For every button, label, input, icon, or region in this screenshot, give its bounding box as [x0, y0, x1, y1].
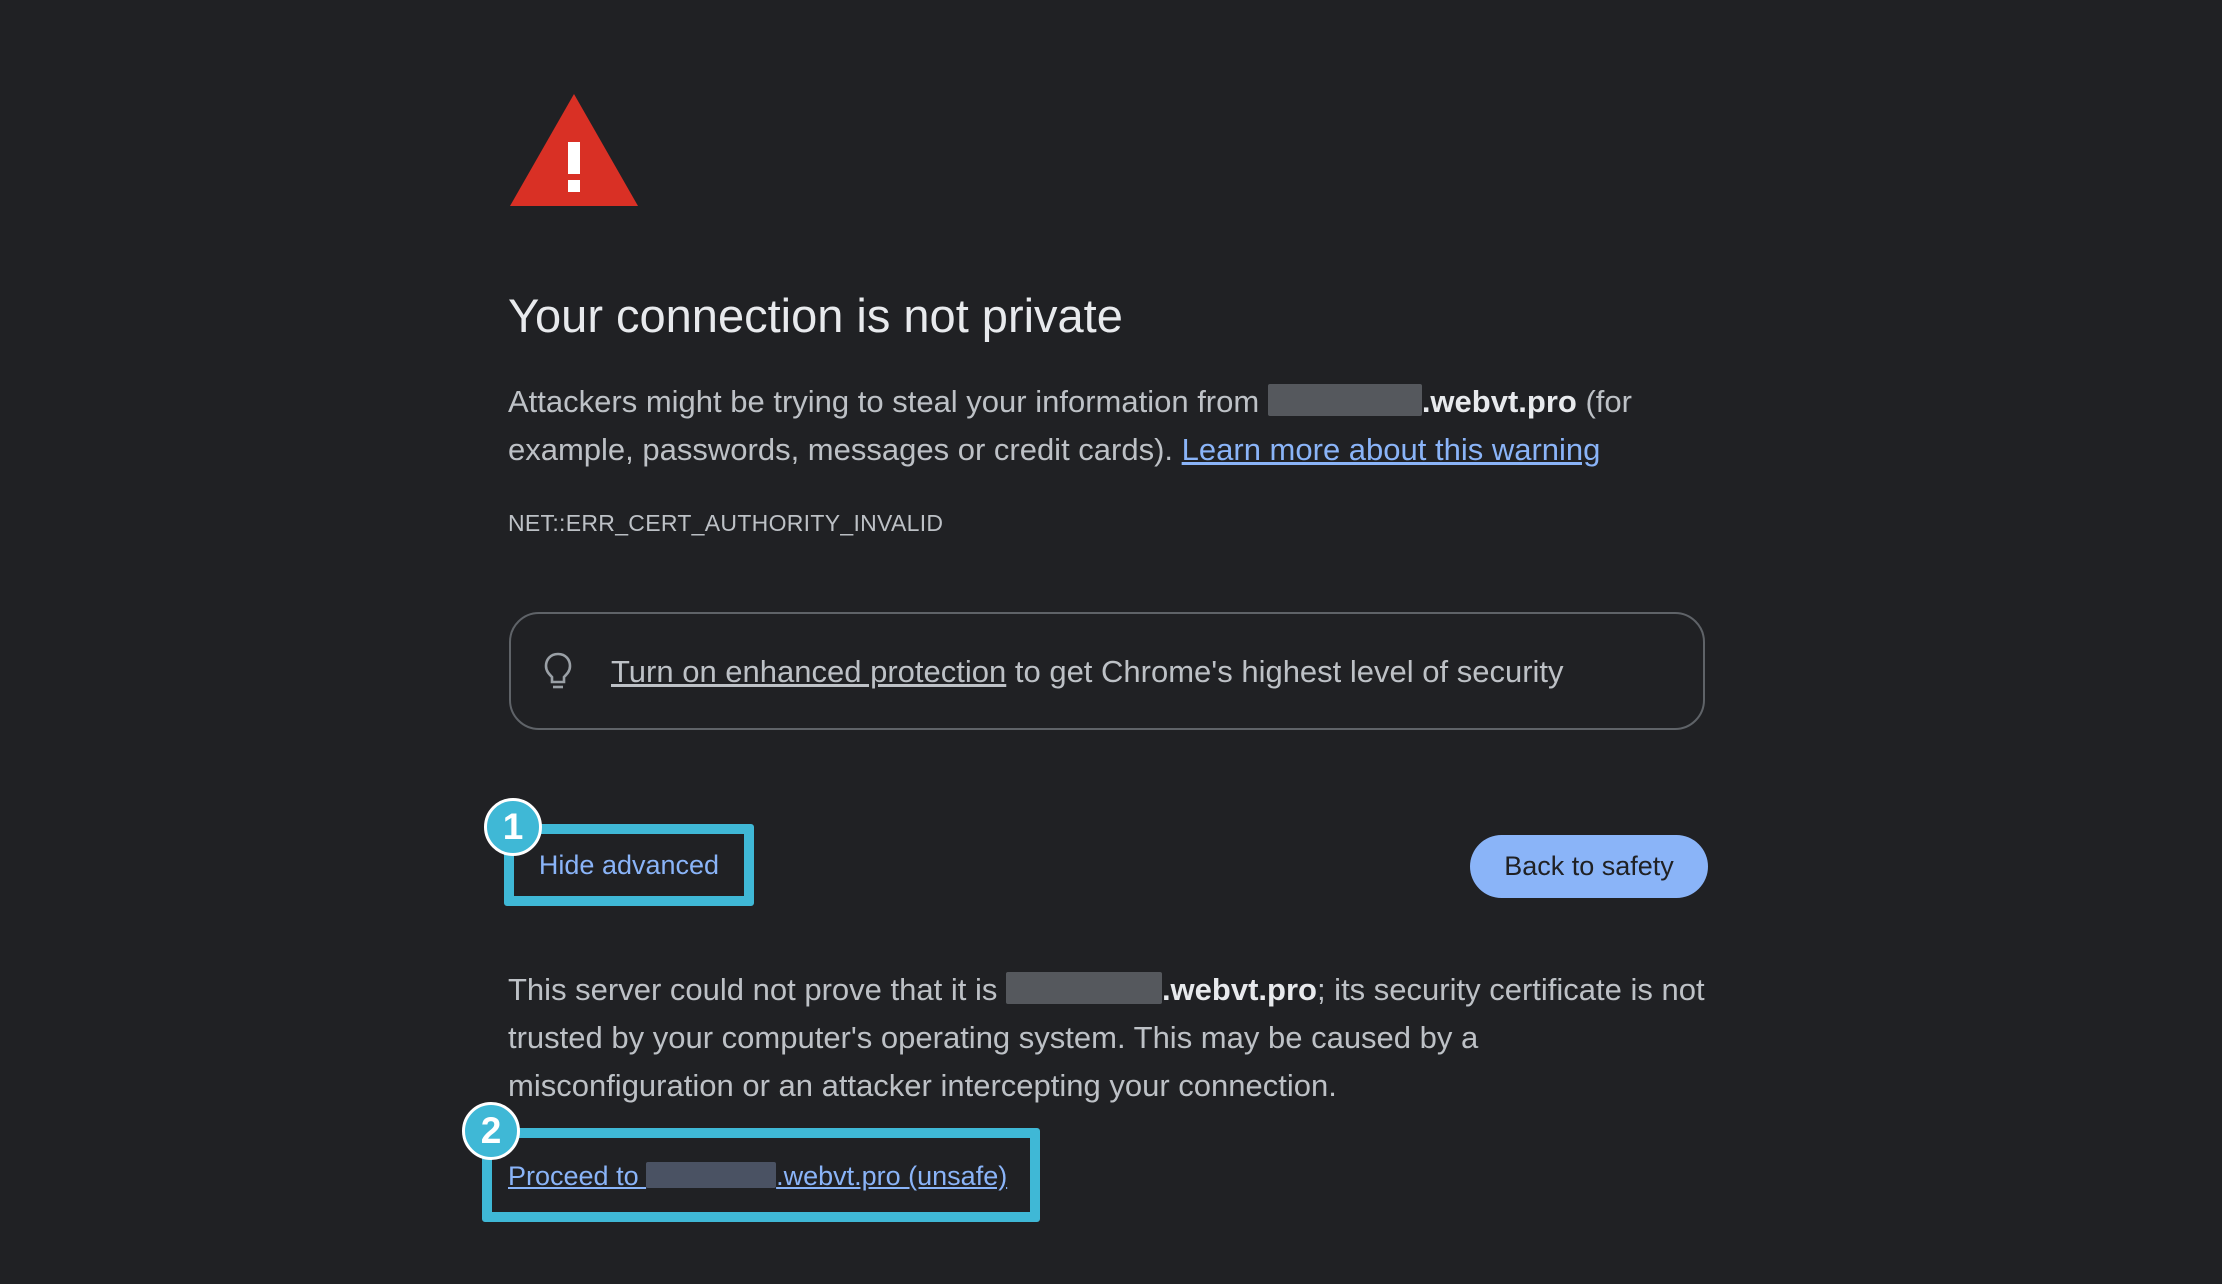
- interstitial-page: Your connection is not private Attackers…: [0, 0, 2222, 1284]
- enhanced-protection-rest: to get Chrome's highest level of securit…: [1006, 654, 1564, 689]
- annotation-badge-1: 1: [484, 798, 542, 856]
- error-code: NET::ERR_CERT_AUTHORITY_INVALID: [508, 510, 944, 536]
- redacted-hostname: [1005, 972, 1162, 1004]
- warning-triangle-icon: [510, 94, 638, 206]
- intro-paragraph: Attackers might be trying to steal your …: [508, 378, 1708, 474]
- redacted-hostname: [1267, 384, 1422, 416]
- hide-advanced-button[interactable]: Hide advanced: [524, 842, 734, 888]
- page-title: Your connection is not private: [508, 289, 1123, 342]
- annotation-box-1: Hide advanced: [504, 824, 754, 906]
- back-to-safety-button[interactable]: Back to safety: [1470, 835, 1708, 898]
- intro-text-before: Attackers might be trying to steal your …: [508, 384, 1268, 419]
- proceed-unsafe-link[interactable]: Proceed to .webvt.pro (unsafe): [508, 1158, 1007, 1194]
- redacted-hostname: [646, 1162, 777, 1188]
- lightbulb-icon: [544, 652, 572, 689]
- advanced-host: .webvt.pro: [1161, 972, 1317, 1007]
- advanced-text-before: This server could not prove that it is: [508, 972, 1006, 1007]
- proceed-prefix: Proceed to: [508, 1161, 647, 1191]
- annotation-box-2: Proceed to .webvt.pro (unsafe): [482, 1128, 1040, 1222]
- learn-more-link[interactable]: Learn more about this warning: [1182, 432, 1601, 467]
- proceed-suffix: .webvt.pro (unsafe): [776, 1161, 1008, 1191]
- enhanced-protection-link[interactable]: Turn on enhanced protection: [611, 654, 1006, 689]
- intro-host: .webvt.pro: [1421, 384, 1577, 419]
- advanced-paragraph: This server could not prove that it is .…: [508, 966, 1708, 1110]
- annotation-badge-2: 2: [462, 1102, 520, 1160]
- enhanced-protection-text: Turn on enhanced protection to get Chrom…: [611, 652, 1564, 692]
- enhanced-protection-banner: Turn on enhanced protection to get Chrom…: [509, 612, 1705, 730]
